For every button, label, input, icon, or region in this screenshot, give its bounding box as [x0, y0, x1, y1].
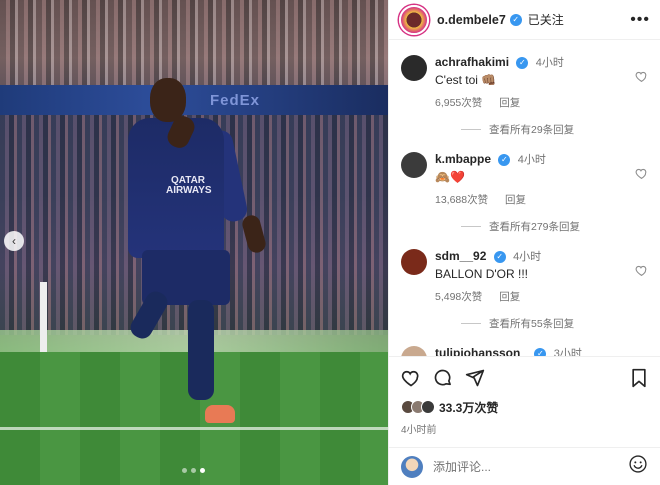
verified-badge-icon: ✓: [516, 56, 529, 69]
comment-item: k.mbappe ✓ 4小时 🙈❤️ 13,688次赞 回复 查看所有279条回…: [389, 137, 660, 234]
emoji-smile-icon[interactable]: [628, 454, 648, 479]
goal-post: [40, 282, 47, 352]
comment-meta: 5,498次赞 回复: [435, 289, 650, 304]
commenter-avatar[interactable]: [401, 249, 427, 275]
view-replies-link[interactable]: 查看所有29条回复: [435, 122, 650, 137]
comment-item: achrafhakimi ✓ 4小时 C'est toi 👊🏽 6,955次赞 …: [389, 40, 660, 137]
author-avatar[interactable]: [399, 4, 429, 35]
banner-logo-text: FedEx: [210, 92, 261, 109]
comment-time: 3小时: [553, 348, 582, 356]
comment-input[interactable]: [433, 459, 613, 474]
comment-item: tulipjohansson_ ✓ 3小时 😂😂😂: [389, 331, 660, 356]
comment-list[interactable]: achrafhakimi ✓ 4小时 C'est toi 👊🏽 6,955次赞 …: [389, 40, 660, 356]
heart-outline-icon[interactable]: [401, 368, 421, 388]
view-replies-link[interactable]: 查看所有55条回复: [435, 316, 650, 331]
carousel-dot: [191, 468, 196, 473]
likes-count[interactable]: 33.3万次赞: [439, 399, 498, 416]
stadium-banner: [0, 85, 388, 115]
verified-badge-icon: ✓: [498, 153, 511, 166]
post-header: o.dembele7 ✓ 已关注 •••: [389, 0, 660, 40]
player-leg: [188, 300, 214, 400]
comment-time: 4小时: [535, 57, 564, 69]
reply-button[interactable]: 回复: [505, 194, 526, 206]
verified-badge-icon: ✓: [534, 347, 547, 356]
comment-meta: 13,688次赞 回复: [435, 192, 650, 207]
comment-text: C'est toi 👊🏽: [435, 73, 497, 87]
reply-button[interactable]: 回复: [499, 291, 520, 303]
comment-like-heart-icon[interactable]: [635, 70, 648, 86]
commenter-avatar[interactable]: [401, 55, 427, 81]
follow-status[interactable]: 已关注: [528, 11, 564, 28]
author-username[interactable]: o.dembele7: [437, 13, 506, 27]
comment-likes[interactable]: 5,498次赞: [435, 291, 482, 303]
commenter-username[interactable]: k.mbappe: [435, 152, 491, 166]
commenter-username[interactable]: achrafhakimi: [435, 55, 509, 69]
commenter-username[interactable]: sdm__92: [435, 249, 486, 263]
comment-time: 4小时: [517, 154, 546, 166]
comment-like-heart-icon[interactable]: [635, 167, 648, 183]
likes-summary[interactable]: 33.3万次赞: [401, 399, 648, 415]
comment-bubble-icon[interactable]: [433, 368, 453, 388]
comment-time: 4小时: [513, 251, 542, 263]
bookmark-icon[interactable]: [630, 368, 648, 388]
viewer-avatar: [401, 455, 423, 478]
comment-likes[interactable]: 6,955次赞: [435, 97, 482, 109]
commenter-avatar[interactable]: [401, 346, 427, 356]
comments-panel: o.dembele7 ✓ 已关注 ••• achrafhakimi ✓ 4小时 …: [388, 0, 660, 485]
crowd-background: [0, 0, 388, 85]
comment-likes[interactable]: 13,688次赞: [435, 194, 488, 206]
liker-avatar: [421, 400, 435, 414]
paper-plane-icon[interactable]: [465, 368, 485, 388]
comment-like-heart-icon[interactable]: [635, 264, 648, 280]
carousel-prev-button[interactable]: ‹: [4, 231, 24, 251]
comment-item: sdm__92 ✓ 4小时 BALLON D'OR !!! 5,498次赞 回复…: [389, 234, 660, 331]
commenter-avatar[interactable]: [401, 152, 427, 178]
carousel-dots: [182, 468, 205, 473]
carousel-dot: [182, 468, 187, 473]
verified-badge-icon: ✓: [509, 13, 522, 26]
comment-composer: [389, 447, 660, 485]
verified-badge-icon: ✓: [493, 250, 506, 263]
player-boot: [205, 405, 235, 423]
instagram-post-view: FedEx QATAR AIRWAYS ‹ o.dembele7 ✓ 已关注 •…: [0, 0, 660, 485]
view-replies-link[interactable]: 查看所有279条回复: [435, 219, 650, 234]
comment-text: BALLON D'OR !!!: [435, 267, 528, 281]
post-photo[interactable]: FedEx QATAR AIRWAYS ‹: [0, 0, 388, 485]
jersey-sponsor: QATAR AIRWAYS: [166, 175, 212, 196]
reply-button[interactable]: 回复: [499, 97, 520, 109]
comment-text: 🙈❤️: [435, 170, 465, 184]
comment-meta: 6,955次赞 回复: [435, 95, 650, 110]
commenter-username[interactable]: tulipjohansson_: [435, 346, 527, 356]
action-bar: 33.3万次赞 4小时前: [389, 356, 660, 436]
more-options-icon[interactable]: •••: [630, 11, 650, 29]
carousel-dot: [200, 468, 205, 473]
pitch-line: [0, 427, 388, 430]
post-timestamp: 4小时前: [401, 425, 437, 436]
